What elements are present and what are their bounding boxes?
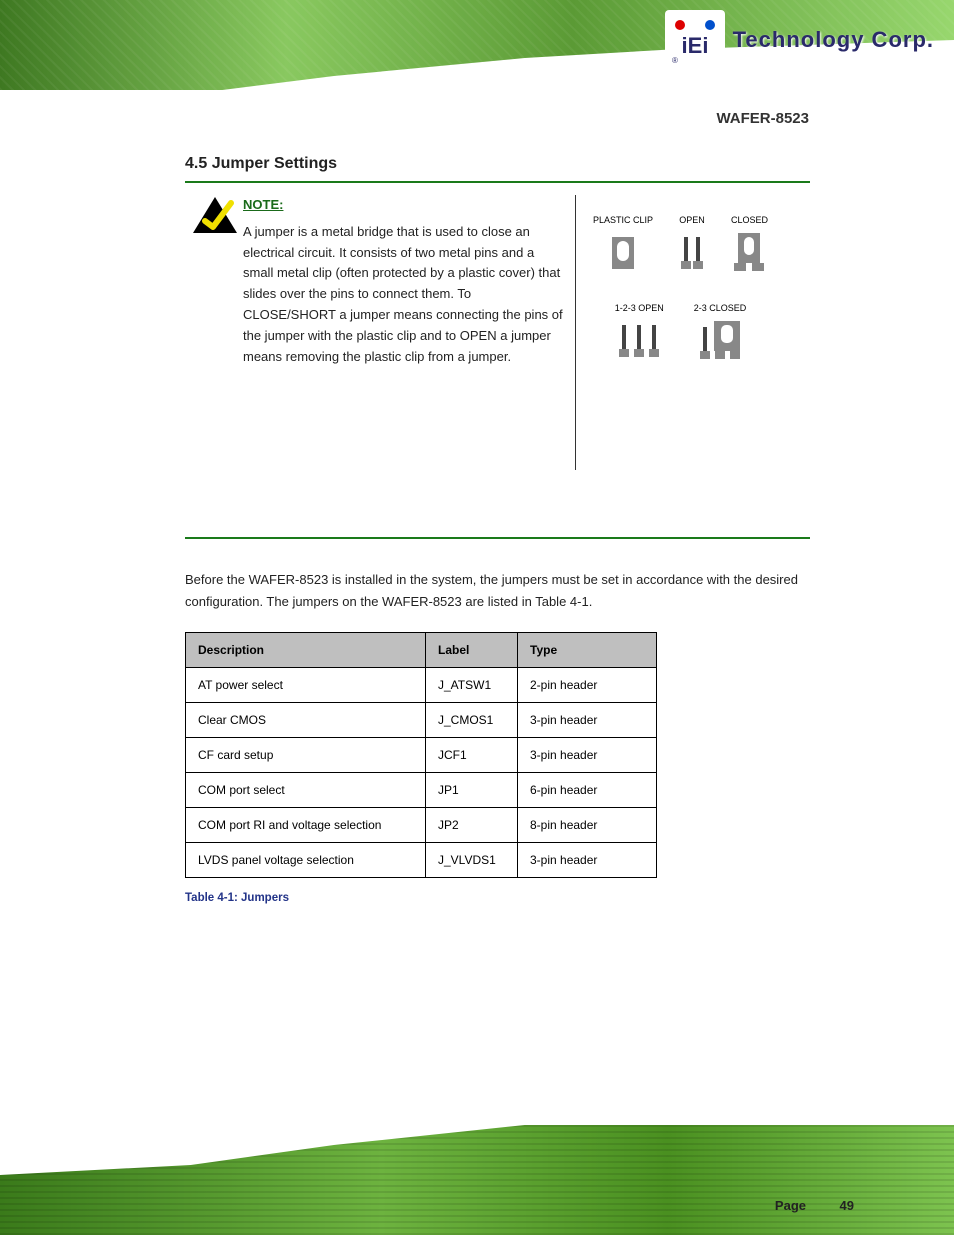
- table-cell: 3-pin header: [518, 702, 657, 737]
- jumper-open: OPEN: [677, 215, 707, 273]
- table-cell: 3-pin header: [518, 737, 657, 772]
- jumper-label: CLOSED: [731, 215, 768, 225]
- svg-text:®: ®: [672, 56, 678, 65]
- brand-logo: iEi ® Technology Corp.: [665, 10, 934, 70]
- section-divider-top: [185, 181, 810, 183]
- table-row: CF card setupJCF13-pin header: [186, 737, 657, 772]
- jumper-23-closed: 2-3 CLOSED: [694, 303, 747, 361]
- section-title-text: Jumper Settings: [212, 155, 337, 172]
- note-icon: [191, 195, 239, 235]
- table-cell: COM port RI and voltage selection: [186, 807, 426, 842]
- body-paragraph: Before the WAFER-8523 is installed in th…: [185, 569, 810, 613]
- jumper-plastic-clip: PLASTIC CLIP: [593, 215, 653, 273]
- table-cell: CF card setup: [186, 737, 426, 772]
- page-number: 49: [840, 1198, 854, 1213]
- th-type: Type: [518, 632, 657, 667]
- table-cell: J_VLVDS1: [426, 842, 518, 877]
- logo-letters: iEi: [681, 33, 708, 58]
- table-header-row: Description Label Type: [186, 632, 657, 667]
- jumper-label: 2-3 CLOSED: [694, 303, 747, 313]
- th-description: Description: [186, 632, 426, 667]
- jumper-123-open: 1-2-3 OPEN: [615, 303, 664, 361]
- section-divider-bottom: [185, 537, 810, 539]
- table-cell: 8-pin header: [518, 807, 657, 842]
- th-label: Label: [426, 632, 518, 667]
- note-body: A jumper is a metal bridge that is used …: [243, 222, 563, 368]
- table-row: AT power selectJ_ATSW12-pin header: [186, 667, 657, 702]
- table-row: COM port RI and voltage selectionJP28-pi…: [186, 807, 657, 842]
- product-name: WAFER-8523: [716, 110, 809, 127]
- table-cell: 2-pin header: [518, 667, 657, 702]
- brand-text: Technology Corp.: [733, 27, 934, 53]
- note-content: NOTE: A jumper is a metal bridge that is…: [243, 195, 563, 367]
- table-cell: AT power select: [186, 667, 426, 702]
- table-cell: 3-pin header: [518, 842, 657, 877]
- table-cell: 6-pin header: [518, 772, 657, 807]
- jumper-label: PLASTIC CLIP: [593, 215, 653, 225]
- table-cell: J_ATSW1: [426, 667, 518, 702]
- logo-icon: iEi ®: [665, 10, 725, 70]
- table-cell: Clear CMOS: [186, 702, 426, 737]
- main-content: 4.5 Jumper Settings NOTE: A jumper is a …: [185, 155, 810, 904]
- table-row: Clear CMOSJ_CMOS13-pin header: [186, 702, 657, 737]
- table-caption: Table 4-1: Jumpers: [185, 892, 810, 904]
- section-title: 4.5 Jumper Settings: [185, 155, 810, 173]
- table-cell: JP1: [426, 772, 518, 807]
- jumper-label: 1-2-3 OPEN: [615, 303, 664, 313]
- note-box: NOTE: A jumper is a metal bridge that is…: [185, 195, 810, 367]
- table-cell: JCF1: [426, 737, 518, 772]
- table-row: COM port selectJP16-pin header: [186, 772, 657, 807]
- table-cell: JP2: [426, 807, 518, 842]
- table-row: LVDS panel voltage selectionJ_VLVDS13-pi…: [186, 842, 657, 877]
- note-heading: NOTE:: [243, 195, 283, 216]
- jumper-closed: CLOSED: [731, 215, 768, 273]
- header-band: iEi ® Technology Corp.: [0, 0, 954, 130]
- table-cell: J_CMOS1: [426, 702, 518, 737]
- table-cell: LVDS panel voltage selection: [186, 842, 426, 877]
- page-label: Page: [775, 1198, 806, 1213]
- section-number: 4.5: [185, 155, 207, 172]
- table-cell: COM port select: [186, 772, 426, 807]
- jumper-illustration: PLASTIC CLIP OPEN CLOSED 1-2-3 OPEN: [575, 195, 775, 470]
- jumper-label: OPEN: [679, 215, 705, 225]
- footer-band: [0, 1090, 954, 1235]
- jumper-table: Description Label Type AT power selectJ_…: [185, 632, 657, 878]
